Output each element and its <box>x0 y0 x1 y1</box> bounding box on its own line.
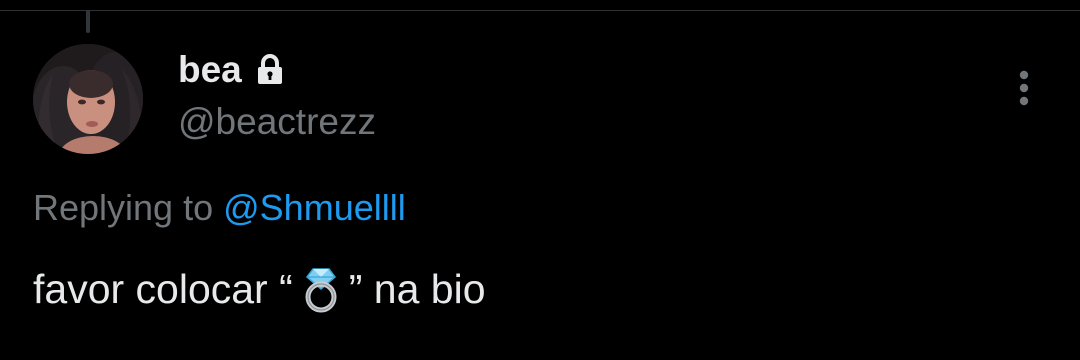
more-vertical-icon[interactable] <box>1008 68 1040 112</box>
reply-mention-link[interactable]: @Shmuellll <box>223 187 406 228</box>
avatar-photo <box>33 44 143 154</box>
author-handle[interactable]: @beactrezz <box>178 100 376 144</box>
reply-context: Replying to @Shmuellll <box>33 186 406 230</box>
top-divider <box>0 10 1080 11</box>
lock-icon <box>257 54 282 84</box>
tweet-text: favor colocar “ ” na bio <box>33 264 486 314</box>
tweet-text-before: favor colocar “ <box>33 266 293 312</box>
display-name[interactable]: bea <box>178 48 242 92</box>
thread-line <box>86 11 90 33</box>
tweet-text-after: ” na bio <box>348 266 486 312</box>
ring-emoji <box>305 268 337 313</box>
avatar[interactable] <box>33 44 143 154</box>
author-name-row[interactable]: bea <box>178 48 284 92</box>
reply-prefix: Replying to <box>33 187 214 228</box>
